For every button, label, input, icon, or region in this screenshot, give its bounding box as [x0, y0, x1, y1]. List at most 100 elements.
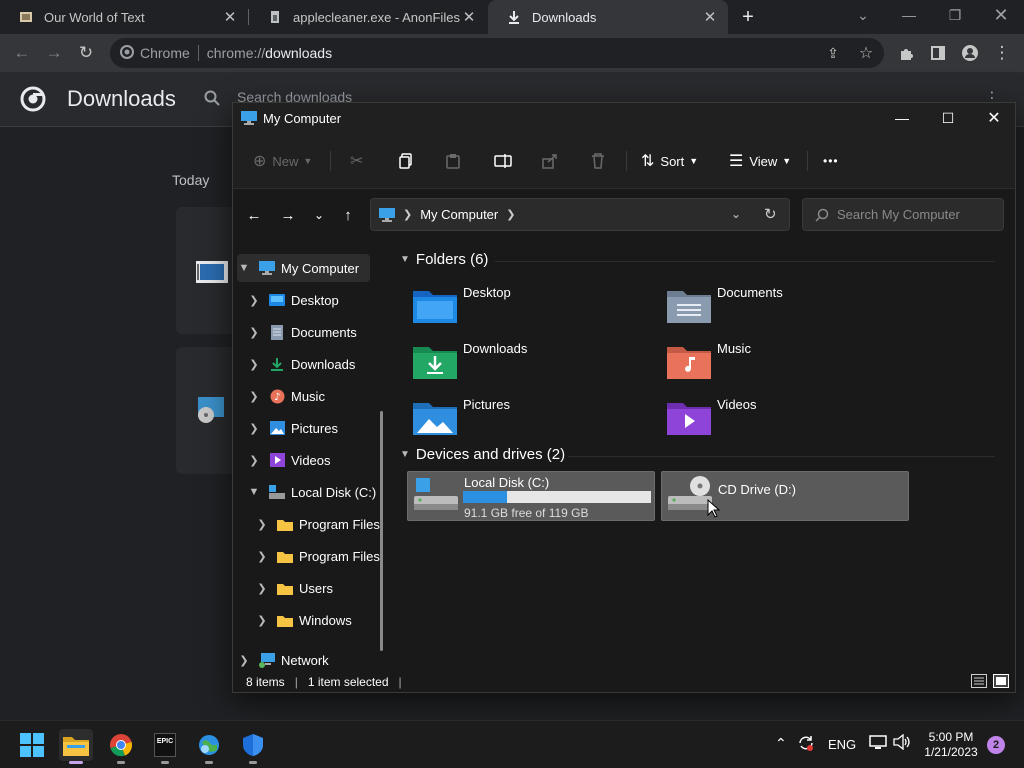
profile-icon[interactable]: [957, 40, 983, 66]
chevron-right-icon[interactable]: ❯: [237, 654, 251, 667]
system-clock[interactable]: 5:00 PM 1/21/2023: [920, 730, 982, 760]
tree-item-program-files[interactable]: ❯ Program Files: [255, 510, 380, 538]
breadcrumb-chevron-icon[interactable]: ❯: [506, 208, 515, 221]
maximize-button[interactable]: ☐: [925, 103, 971, 133]
forward-arrow-icon[interactable]: →: [276, 203, 300, 227]
folder-documents[interactable]: Documents: [667, 283, 907, 331]
tree-item-downloads[interactable]: ❯ Downloads: [247, 350, 355, 378]
taskbar-chrome[interactable]: [104, 729, 138, 764]
chevron-down-icon[interactable]: ▼: [237, 262, 251, 274]
reload-icon[interactable]: ↻: [73, 40, 99, 66]
close-icon[interactable]: ✕: [222, 8, 238, 26]
chevron-down-icon: ▼: [303, 156, 313, 166]
chevron-right-icon[interactable]: ❯: [247, 422, 261, 435]
chevron-right-icon[interactable]: ❯: [255, 582, 269, 595]
omnibox[interactable]: Chrome chrome://downloads: [110, 38, 884, 68]
folder-music[interactable]: Music: [667, 339, 907, 387]
copy-icon[interactable]: [398, 149, 414, 173]
breadcrumb-my-computer[interactable]: My Computer: [420, 207, 498, 222]
folder-desktop[interactable]: Desktop: [413, 283, 653, 331]
up-arrow-icon[interactable]: ↑: [336, 203, 360, 227]
share-icon[interactable]: [542, 149, 558, 173]
delete-icon[interactable]: [590, 149, 606, 173]
refresh-icon[interactable]: ↻: [764, 205, 777, 223]
cut-icon[interactable]: ✂: [350, 149, 363, 173]
folder-downloads[interactable]: Downloads: [413, 339, 653, 387]
tree-item-documents[interactable]: ❯ Documents: [247, 318, 357, 346]
chevron-right-icon[interactable]: ❯: [247, 454, 261, 467]
tree-item-pictures[interactable]: ❯ Pictures: [247, 414, 338, 442]
details-view-icon[interactable]: [971, 674, 987, 691]
taskbar-app[interactable]: [192, 729, 226, 764]
forward-arrow-icon[interactable]: →: [41, 40, 67, 66]
search-input[interactable]: [837, 207, 997, 222]
minimize-button[interactable]: —: [879, 103, 925, 133]
chevron-down-icon[interactable]: ⌄: [840, 0, 886, 30]
more-options-button[interactable]: •••: [823, 149, 839, 173]
close-window-button[interactable]: ✕: [978, 0, 1024, 30]
folders-group-header[interactable]: ▼ Folders (6): [400, 251, 488, 268]
new-button[interactable]: ⊕ New ▼: [253, 149, 312, 173]
view-button[interactable]: ☰ View ▼: [729, 149, 791, 173]
drive-local-disk-c[interactable]: Local Disk (C:) 91.1 GB free of 119 GB: [407, 471, 655, 521]
chevron-down-icon[interactable]: ▼: [247, 486, 261, 498]
tree-item-music[interactable]: ❯ ♪ Music: [247, 382, 325, 410]
tab-anonfiles[interactable]: applecleaner.exe - AnonFiles ✕: [249, 0, 487, 34]
bookmark-star-icon[interactable]: ☆: [853, 40, 879, 66]
taskbar-file-explorer[interactable]: [59, 729, 93, 764]
language-indicator[interactable]: ENG: [828, 737, 856, 752]
tab-downloads[interactable]: Downloads ✕: [488, 0, 728, 34]
start-button[interactable]: [15, 729, 49, 761]
chevron-right-icon[interactable]: ❯: [255, 550, 269, 563]
tab-our-world-of-text[interactable]: Our World of Text ✕: [0, 0, 248, 34]
chevron-down-icon[interactable]: ⌄: [731, 207, 741, 221]
restore-button[interactable]: ❐: [932, 0, 978, 30]
share-icon[interactable]: ⇪: [820, 40, 846, 66]
extensions-puzzle-icon[interactable]: [893, 40, 919, 66]
tree-item-program-files-x86[interactable]: ❯ Program Files: [255, 542, 380, 570]
more-menu-icon[interactable]: ⋮: [989, 40, 1015, 66]
chevron-right-icon[interactable]: ❯: [255, 614, 269, 627]
tree-item-local-disk-c[interactable]: ▼ Local Disk (C:): [247, 478, 377, 506]
volume-icon[interactable]: [893, 733, 911, 753]
folder-pictures[interactable]: Pictures: [413, 395, 653, 443]
search-box[interactable]: [802, 198, 1004, 231]
taskbar-windows-security[interactable]: [236, 729, 270, 764]
minimize-button[interactable]: —: [886, 0, 932, 30]
side-panel-icon[interactable]: [925, 40, 951, 66]
tree-item-windows[interactable]: ❯ Windows: [255, 606, 351, 634]
devices-group-header[interactable]: ▼ Devices and drives (2): [400, 446, 565, 463]
tree-item-network[interactable]: ❯ Network: [237, 646, 329, 674]
tree-item-desktop[interactable]: ❯ Desktop: [247, 286, 338, 314]
status-divider: |: [398, 675, 402, 689]
taskbar-epic-games[interactable]: EPIC: [148, 729, 182, 764]
close-icon[interactable]: ✕: [702, 8, 718, 26]
recent-locations-chevron-icon[interactable]: ⌄: [307, 203, 331, 227]
tree-item-videos[interactable]: ❯ Videos: [247, 446, 330, 474]
tree-scrollbar[interactable]: [380, 411, 383, 651]
tree-item-users[interactable]: ❯ Users: [255, 574, 333, 602]
drive-cd-d[interactable]: CD Drive (D:): [661, 471, 909, 521]
folder-videos[interactable]: Videos: [667, 395, 907, 443]
close-icon[interactable]: ✕: [461, 8, 477, 26]
notification-badge[interactable]: 2: [987, 736, 1005, 754]
sort-button[interactable]: ⇅ Sort ▼: [641, 149, 698, 173]
show-hidden-icons-chevron-icon[interactable]: ⌃: [775, 735, 787, 752]
tree-label: Users: [299, 580, 333, 596]
back-arrow-icon[interactable]: ←: [9, 40, 35, 66]
chevron-right-icon[interactable]: ❯: [255, 518, 269, 531]
paste-icon[interactable]: [445, 149, 461, 173]
large-icons-view-icon[interactable]: [993, 674, 1009, 691]
chevron-right-icon[interactable]: ❯: [247, 358, 261, 371]
chevron-right-icon[interactable]: ❯: [247, 326, 261, 339]
tree-item-my-computer[interactable]: ▼ My Computer: [237, 254, 370, 282]
new-tab-button[interactable]: +: [736, 5, 760, 29]
sync-icon[interactable]: [797, 734, 815, 755]
rename-icon[interactable]: [494, 149, 512, 173]
chevron-right-icon[interactable]: ❯: [247, 390, 261, 403]
network-monitor-icon[interactable]: [869, 735, 887, 754]
address-bar[interactable]: ❯ My Computer ❯ ⌄ ↻: [370, 198, 790, 231]
chevron-right-icon[interactable]: ❯: [247, 294, 261, 307]
close-window-button[interactable]: ✕: [971, 103, 1017, 133]
back-arrow-icon[interactable]: ←: [242, 203, 266, 227]
